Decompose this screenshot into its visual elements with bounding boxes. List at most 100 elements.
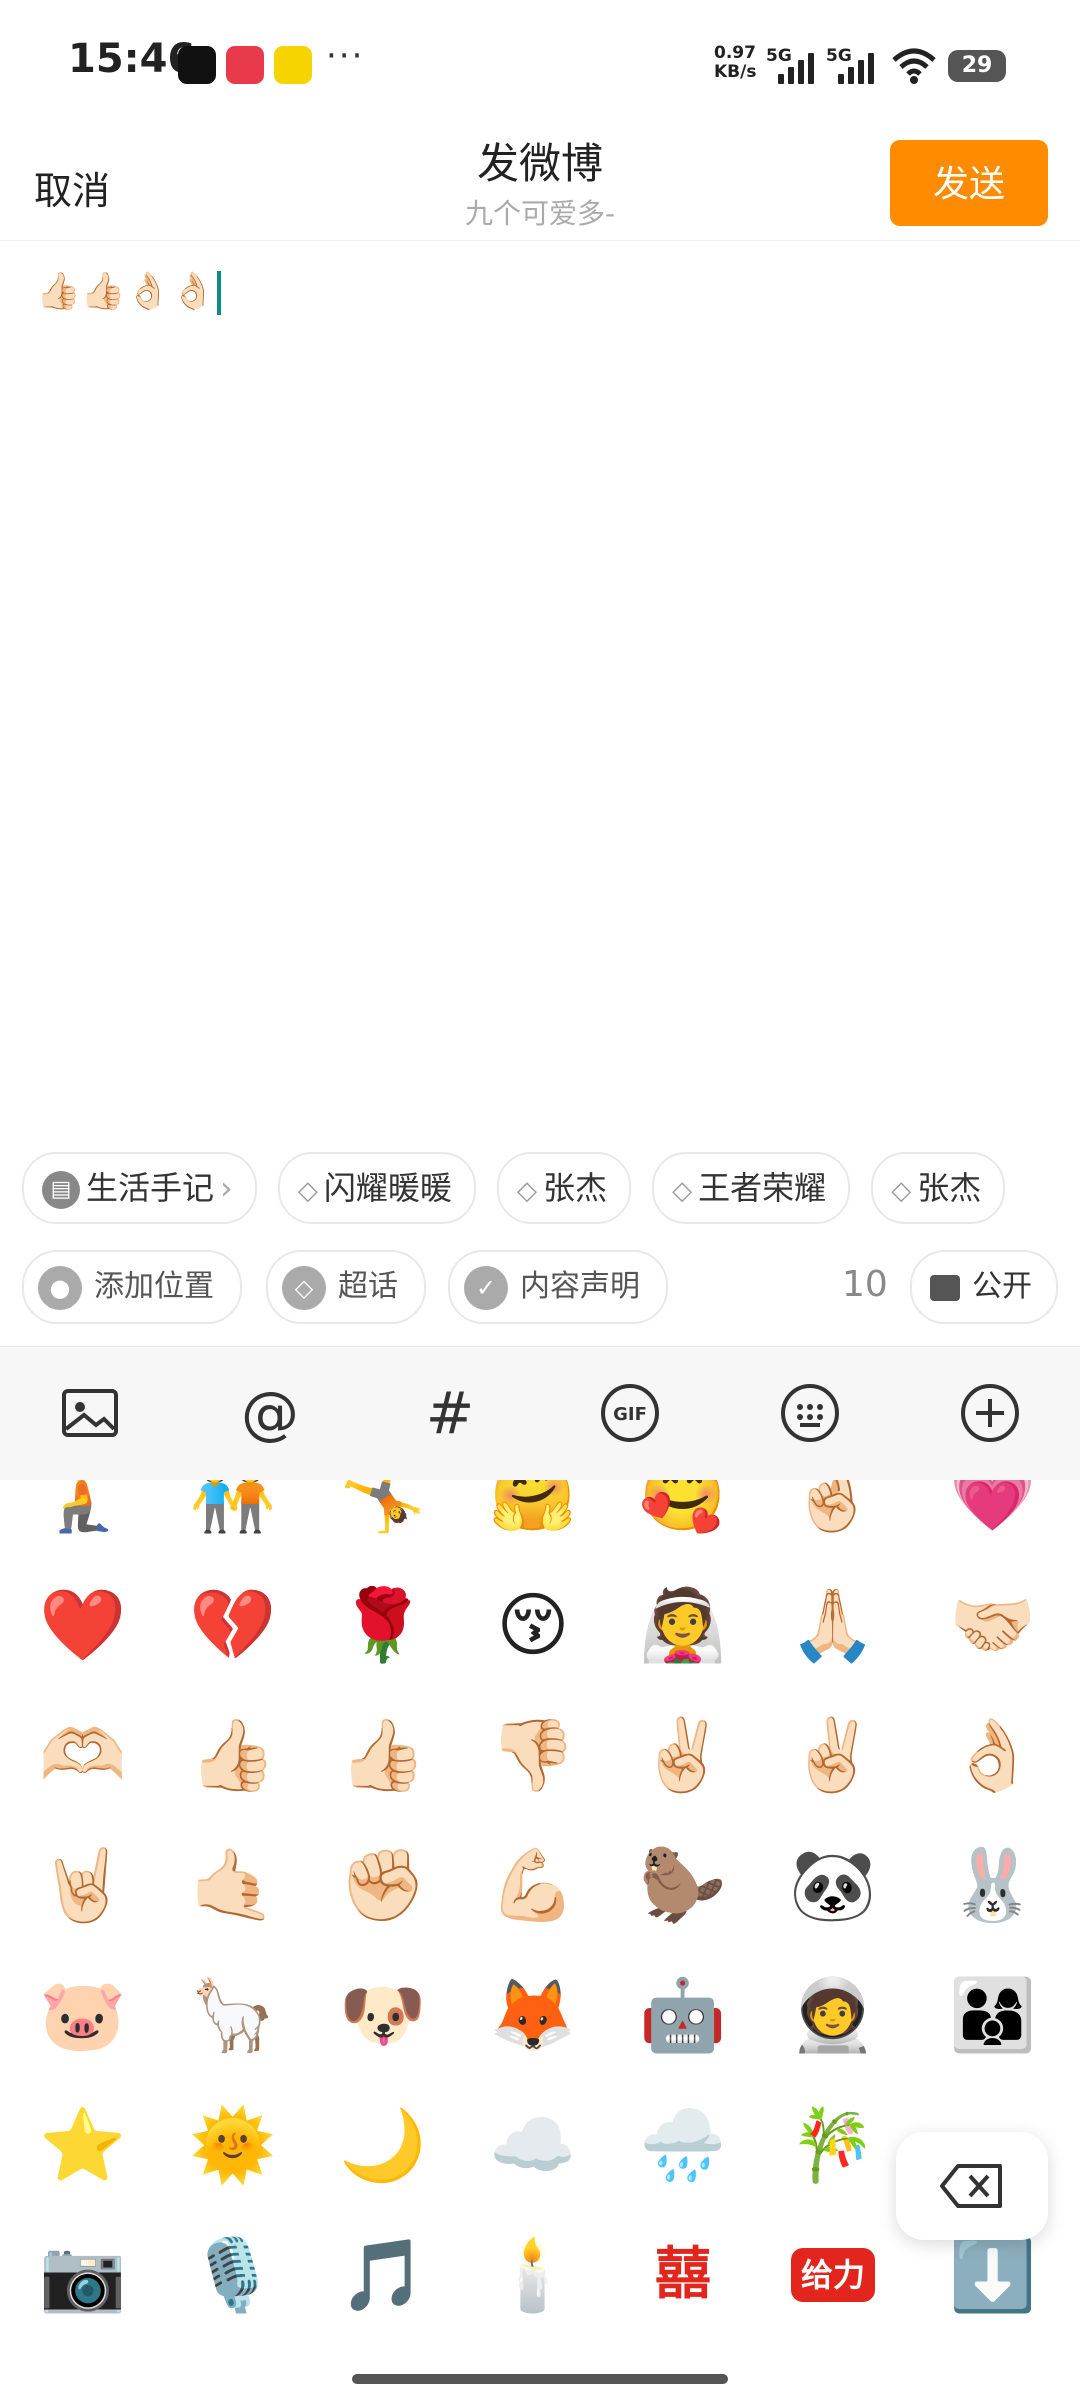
tiktok-icon (178, 46, 216, 84)
emoji[interactable]: 🧎 (28, 1480, 138, 1550)
topic-chips: ▤ 生活手记 › ◇ 闪耀暖暖 ◇ 张杰 ◇ 王者荣耀 ◇ 张杰 (22, 1152, 1080, 1224)
emoji[interactable]: 🎵 (328, 2220, 438, 2330)
visibility-button[interactable]: 公开 (910, 1250, 1058, 1324)
statement-icon: ✓ (464, 1265, 508, 1310)
emoji[interactable]: 🦙 (178, 1960, 288, 2070)
emoji[interactable]: 💗 (938, 1480, 1048, 1550)
emoji[interactable]: ☁️ (478, 2090, 588, 2200)
super-topic-button[interactable]: ◇ 超话 (266, 1250, 426, 1324)
emoji[interactable]: 👌🏻 (938, 1700, 1048, 1810)
emoji[interactable]: 🌙 (328, 2090, 438, 2200)
status-time: 15:46 (68, 36, 196, 82)
emoji[interactable]: 👍🏻 (328, 1700, 438, 1810)
text-cursor (217, 271, 222, 315)
emoji[interactable]: 🎋 (778, 2090, 888, 2200)
emoji[interactable]: 🤸 (328, 1480, 438, 1550)
emoji[interactable]: 🎙️ (178, 2220, 288, 2330)
home-indicator[interactable] (352, 2374, 728, 2384)
emoji[interactable]: 👰 (628, 1570, 738, 1680)
hashtag-icon[interactable]: # (418, 1381, 482, 1445)
char-count: 10 (842, 1264, 888, 1305)
emoji[interactable]: 📷 (28, 2220, 138, 2330)
send-button[interactable]: 发送 (890, 140, 1048, 226)
emoji[interactable]: 🤝🏻 (938, 1570, 1048, 1680)
backspace-icon (940, 2164, 1002, 2208)
emoji[interactable]: 🧑‍🚀 (778, 1960, 888, 2070)
topic-chip[interactable]: ◇ 王者荣耀 (652, 1152, 851, 1224)
emoji-row: 🧎 🧑‍🤝‍🧑 🤸 🤗 🥰 🤞🏻 💗 (0, 1480, 1080, 1570)
lock-icon (930, 1274, 960, 1301)
note-icon: ▤ (42, 1171, 80, 1209)
game-app-icon (274, 46, 312, 84)
status-bar: 15:46 ··· 0.97 KB/s 5G 5G 29 (0, 0, 1080, 130)
diamond-icon: ◇ (297, 1176, 318, 1206)
emoji[interactable]: 👍🏻 (178, 1700, 288, 1810)
emoji[interactable]: 🌹 (328, 1570, 438, 1680)
add-icon[interactable] (958, 1381, 1022, 1445)
backspace-button[interactable] (896, 2132, 1048, 2240)
emoji[interactable]: 囍 (628, 2220, 738, 2330)
compose-toolbar: @ # GIF (0, 1346, 1080, 1481)
emoji[interactable]: 🐰 (938, 1830, 1048, 1940)
emoji[interactable]: 🤖 (628, 1960, 738, 2070)
wifi-icon (892, 48, 936, 84)
emoji[interactable]: 给力 (778, 2220, 888, 2330)
gif-icon[interactable]: GIF (598, 1381, 662, 1445)
geili-badge: 给力 (790, 2248, 875, 2302)
emoji-keyboard-icon[interactable] (778, 1381, 842, 1445)
topic-chip[interactable]: ◇ 张杰 (497, 1152, 632, 1224)
emoji-row: 🐷 🦙 🐶 🦊 🤖 🧑‍🚀 👨‍👩‍👦 (0, 1960, 1080, 2090)
location-pin-icon: ● (38, 1265, 82, 1310)
emoji[interactable]: 🧑‍🤝‍🧑 (178, 1480, 288, 1550)
image-icon[interactable] (58, 1381, 122, 1445)
emoji[interactable]: 🌞 (178, 2090, 288, 2200)
emoji[interactable]: 💔 (178, 1570, 288, 1680)
post-options: ● 添加位置 ◇ 超话 ✓ 内容声明 10 公开 (22, 1250, 1080, 1326)
emoji[interactable]: 🦊 (478, 1960, 588, 2070)
emoji[interactable]: 🌧️ (628, 2090, 738, 2200)
diamond-icon: ◇ (672, 1176, 693, 1206)
emoji-row: ❤️ 💔 🌹 😚 👰 🙏🏻 🤝🏻 (0, 1570, 1080, 1700)
emoji[interactable]: ✌🏻 (628, 1700, 738, 1810)
emoji[interactable]: 😚 (478, 1570, 588, 1680)
mention-icon[interactable]: @ (238, 1381, 302, 1445)
emoji[interactable]: 🤞🏻 (778, 1480, 888, 1550)
emoji[interactable]: ❤️ (28, 1570, 138, 1680)
compose-text-area[interactable]: 👍🏻👍🏻👌🏻👌🏻 (36, 270, 222, 315)
emoji[interactable]: 🦫 (628, 1830, 738, 1940)
emoji[interactable]: 🤘🏻 (28, 1830, 138, 1940)
more-notifications-icon: ··· (326, 36, 365, 76)
topic-chip[interactable]: ◇ 张杰 (871, 1152, 1006, 1224)
emoji[interactable]: ⭐ (28, 2090, 138, 2200)
battery-indicator: 29 (948, 50, 1006, 82)
diamond-icon: ◇ (282, 1265, 326, 1310)
emoji[interactable]: 🤙🏻 (178, 1830, 288, 1940)
emoji-row: 🤘🏻 🤙🏻 ✊🏻 💪🏻 🦫 🐼 🐰 (0, 1830, 1080, 1960)
emoji[interactable]: ✊🏻 (328, 1830, 438, 1940)
shopping-app-icon (226, 46, 264, 84)
diamond-icon: ◇ (891, 1176, 912, 1206)
emoji[interactable]: 👎🏻 (478, 1700, 588, 1810)
signal-2-icon (838, 50, 882, 84)
topic-chip-life-notes[interactable]: ▤ 生活手记 › (22, 1152, 257, 1224)
emoji[interactable]: 🤗 (478, 1480, 588, 1550)
emoji[interactable]: 🐼 (778, 1830, 888, 1940)
topic-chip[interactable]: ◇ 闪耀暖暖 (277, 1152, 476, 1224)
emoji-row: 🫶🏻 👍🏻 👍🏻 👎🏻 ✌🏻 ✌🏻 👌🏻 (0, 1700, 1080, 1830)
emoji[interactable]: ✌🏻 (778, 1700, 888, 1810)
svg-text:GIF: GIF (613, 1404, 647, 1425)
emoji-panel: 🧎 🧑‍🤝‍🧑 🤸 🤗 🥰 🤞🏻 💗 ❤️ 💔 🌹 😚 👰 🙏🏻 🤝🏻 🫶🏻 👍… (0, 1480, 1080, 2400)
emoji[interactable]: 🐷 (28, 1960, 138, 2070)
emoji[interactable]: 🥰 (628, 1480, 738, 1550)
emoji[interactable]: 🙏🏻 (778, 1570, 888, 1680)
emoji[interactable]: 🕯️ (478, 2220, 588, 2330)
diamond-icon: ◇ (517, 1176, 538, 1206)
emoji[interactable]: 🫶🏻 (28, 1700, 138, 1810)
emoji[interactable]: 💪🏻 (478, 1830, 588, 1940)
chevron-right-icon: › (220, 1169, 233, 1207)
emoji[interactable]: 🐶 (328, 1960, 438, 2070)
emoji[interactable]: 👨‍👩‍👦 (938, 1960, 1048, 2070)
content-statement-button[interactable]: ✓ 内容声明 (448, 1250, 668, 1324)
signal-1-icon (778, 50, 822, 84)
add-location-button[interactable]: ● 添加位置 (22, 1250, 242, 1324)
